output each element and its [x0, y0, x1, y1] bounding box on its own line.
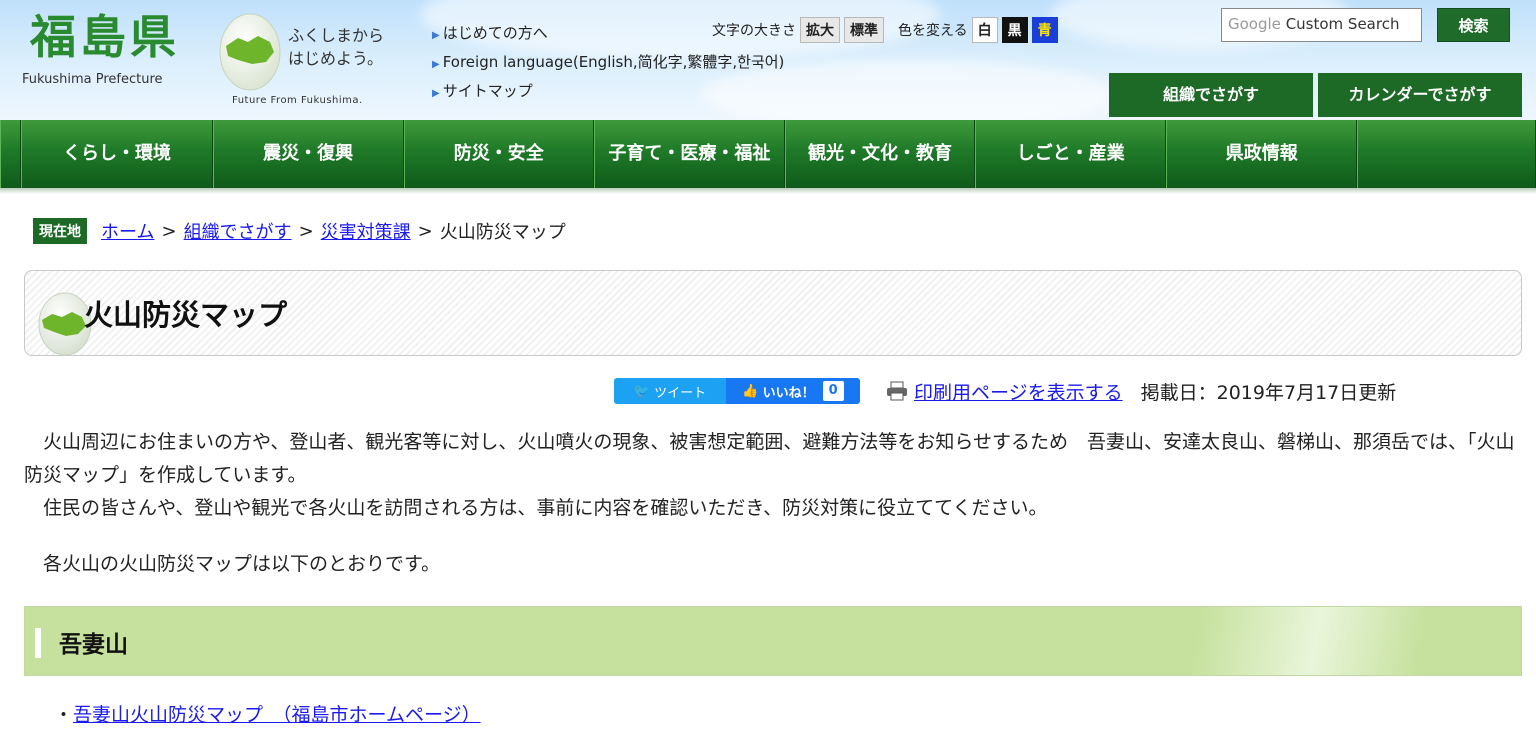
posted-date: 掲載日：2019年7月17日更新	[1140, 381, 1397, 404]
font-large-button[interactable]: 拡大	[800, 17, 840, 43]
breadcrumb-current: 火山防災マップ	[439, 222, 566, 243]
tagline-line-2: はじめよう。	[288, 49, 384, 68]
tagline-line-1: ふくしまから	[288, 26, 385, 45]
print-page-link[interactable]: 印刷用ページを表示する	[914, 378, 1123, 405]
nav-item-government[interactable]: 県政情報	[1166, 120, 1358, 188]
page-title: 火山防災マップ	[84, 298, 288, 332]
list-item: ・吾妻山火山防災マップ （福島市ホームページ）	[54, 700, 481, 727]
site-logo[interactable]: 福島県	[30, 14, 180, 60]
search-placeholder: Custom Search	[1285, 15, 1400, 33]
section-heading-bar	[35, 628, 41, 658]
list-bullet: ・	[54, 704, 74, 726]
nav-item-work[interactable]: しごと・産業	[975, 120, 1167, 188]
breadcrumb-here-badge: 現在地	[33, 218, 87, 244]
font-standard-button[interactable]: 標準	[844, 17, 884, 43]
color-blue-button[interactable]: 青	[1031, 17, 1058, 43]
section-heading-text: 吾妻山	[59, 632, 128, 658]
egg-logo-icon	[219, 13, 281, 91]
site-logo-english: Fukushima Prefecture	[22, 72, 163, 87]
like-count: 0	[822, 381, 844, 401]
header-link-foreign-language[interactable]: ▶ Foreign language(English,简化字,繁體字,한국어)	[432, 49, 784, 78]
search-button[interactable]: 検索	[1437, 8, 1510, 42]
like-button[interactable]: 👍 いいね！ 0	[726, 378, 860, 404]
breadcrumb-separator: >	[161, 220, 177, 242]
nav-item-tourism[interactable]: 観光・文化・教育	[784, 120, 976, 188]
azumayama-map-link[interactable]: 吾妻山火山防災マップ （福島市ホームページ）	[73, 704, 481, 726]
nav-item-living[interactable]: くらし・環境	[21, 120, 213, 188]
search-input[interactable]: Google Custom Search	[1221, 8, 1422, 42]
color-white-button[interactable]: 白	[971, 17, 998, 43]
color-change-label: 色を変える	[898, 23, 968, 39]
header-link-label: Foreign language(English,简化字,繁體字,한국어)	[442, 53, 785, 71]
arrow-right-icon: ▶	[432, 59, 440, 70]
intro-paragraph: 火山周辺にお住まいの方や、登山者、観光客等に対し、火山噴火の現象、被害想定範囲、…	[24, 431, 1515, 486]
global-nav: くらし・環境 震災・復興 防災・安全 子育て・医療・福祉 観光・文化・教育 しご…	[0, 120, 1536, 188]
share-row: 🐦 ツイート 👍 いいね！ 0 印刷用ページを表示する 掲載日：2019年7月1…	[614, 374, 1396, 408]
nav-item-safety[interactable]: 防災・安全	[403, 120, 594, 188]
arrow-right-icon: ▶	[432, 88, 440, 99]
tweet-button[interactable]: 🐦 ツイート	[614, 378, 726, 404]
thumbs-up-icon: 👍	[742, 383, 759, 399]
tagline: ふくしまから はじめよう。	[288, 24, 384, 70]
nav-spacer	[1357, 120, 1536, 188]
header-link-sitemap[interactable]: ▶ サイトマップ	[432, 78, 784, 107]
section-heading: 吾妻山	[24, 606, 1522, 676]
breadcrumb-org-link[interactable]: 組織でさがす	[184, 218, 292, 244]
site-header: 福島県 Fukushima Prefecture ふくしまから はじめよう。 F…	[0, 0, 1536, 120]
list-intro-paragraph: 各火山の火山防災マップは以下のとおりです。	[24, 553, 441, 575]
tagline-english: Future From Fukushima.	[232, 95, 363, 106]
breadcrumb-department-link[interactable]: 災害対策課	[321, 218, 411, 244]
breadcrumb: 現在地 ホーム > 組織でさがす > 災害対策課 > 火山防災マップ	[33, 216, 566, 246]
breadcrumb-separator: >	[417, 220, 433, 242]
print-link-group: 印刷用ページを表示する	[886, 378, 1123, 405]
nav-shadow	[0, 188, 1536, 194]
printer-icon	[887, 381, 907, 401]
twitter-bird-icon: 🐦	[633, 383, 651, 399]
nav-item-welfare[interactable]: 子育て・医療・福祉	[593, 120, 785, 188]
advice-paragraph: 住民の皆さんや、登山や観光で各火山を訪問される方は、事前に内容を確認いただき、防…	[24, 497, 1048, 519]
accessibility-controls: 文字の大きさ 拡大 標準 色を変える 白 黒 青	[712, 16, 1058, 44]
google-label: Google	[1228, 15, 1281, 33]
breadcrumb-home-link[interactable]: ホーム	[101, 218, 154, 244]
calendar-search-button[interactable]: カレンダーでさがす	[1318, 73, 1522, 117]
nav-spacer	[0, 120, 22, 188]
color-black-button[interactable]: 黒	[1001, 17, 1028, 43]
breadcrumb-separator: >	[298, 220, 314, 242]
header-link-label: サイトマップ	[442, 82, 533, 100]
arrow-right-icon: ▶	[432, 30, 440, 41]
tweet-label: ツイート	[654, 385, 707, 401]
org-search-button[interactable]: 組織でさがす	[1109, 73, 1313, 117]
like-label: いいね！	[762, 385, 815, 401]
header-link-label: はじめての方へ	[442, 24, 548, 42]
nav-item-disaster-recovery[interactable]: 震災・復興	[212, 120, 404, 188]
font-size-label: 文字の大きさ	[712, 23, 796, 39]
